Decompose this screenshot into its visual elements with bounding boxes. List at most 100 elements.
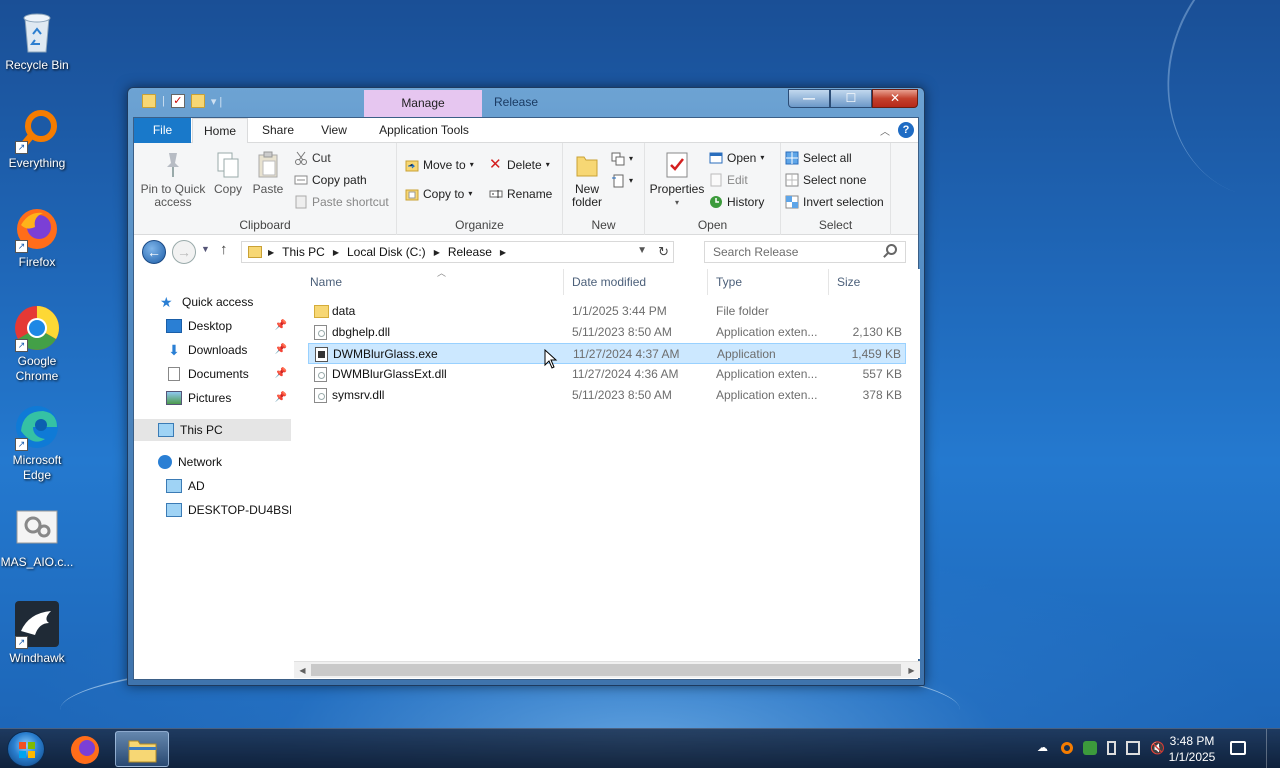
system-tray: ☁ 🔇 xyxy=(1037,741,1165,755)
nav-quick-access[interactable]: ★ Quick access xyxy=(134,291,291,313)
chevron-right-icon[interactable]: ▶ xyxy=(434,248,440,257)
nav-network-ad[interactable]: AD xyxy=(134,475,291,497)
maximize-button[interactable]: ☐ xyxy=(830,89,872,108)
select-all-button[interactable]: Select all xyxy=(785,148,852,168)
copy-path-button[interactable]: Copy path xyxy=(294,170,367,190)
chevron-right-icon[interactable]: ▶ xyxy=(333,248,339,257)
nav-documents[interactable]: Documents 📌 xyxy=(134,363,291,385)
invert-selection-button[interactable]: Invert selection xyxy=(785,192,884,212)
address-history-dropdown-icon[interactable]: ▼ xyxy=(637,245,647,256)
desktop-icon-firefox[interactable]: ↗ Firefox xyxy=(0,205,74,270)
file-row[interactable]: dbghelp.dll 5/11/2023 8:50 AM Applicatio… xyxy=(308,322,906,343)
nav-network[interactable]: Network xyxy=(134,451,291,473)
select-none-button[interactable]: Select none xyxy=(785,170,866,190)
desktop-icon-google-chrome[interactable]: ↗ Google Chrome xyxy=(0,304,74,384)
properties-check-icon[interactable]: ✓ xyxy=(170,94,185,108)
minimize-button[interactable]: — xyxy=(788,89,830,108)
edit-icon xyxy=(709,173,723,187)
nav-this-pc[interactable]: This PC xyxy=(134,419,291,441)
history-button[interactable]: History xyxy=(709,192,764,212)
taskbar-firefox[interactable] xyxy=(58,731,112,767)
cut-button[interactable]: Cut xyxy=(294,148,331,168)
copy-to-button[interactable]: Copy to ▾ xyxy=(405,184,472,204)
taskbar-file-explorer[interactable] xyxy=(115,731,169,767)
invert-selection-icon xyxy=(785,195,799,209)
taskbar: ☁ 🔇 3:48 PM 1/1/2025 xyxy=(0,728,1280,768)
file-row-selected[interactable]: DWMBlurGlass.exe 11/27/2024 4:37 AM Appl… xyxy=(308,343,906,364)
new-folder-button[interactable]: New folder xyxy=(567,151,607,209)
start-button[interactable] xyxy=(7,731,45,767)
file-row[interactable]: data 1/1/2025 3:44 PM File folder xyxy=(308,301,906,322)
network-status-icon[interactable] xyxy=(1126,741,1140,755)
properties-button[interactable]: Properties ▾ xyxy=(649,151,705,209)
chevron-right-icon[interactable]: ▶ xyxy=(268,248,274,257)
paste-button[interactable]: Paste xyxy=(250,151,286,196)
paste-shortcut-button[interactable]: Paste shortcut xyxy=(294,192,389,212)
breadcrumb-local-disk[interactable]: Local Disk (C:) xyxy=(347,245,426,259)
contextual-tab-manage[interactable]: Manage xyxy=(364,90,482,117)
dropdown-arrow-icon: ▾ xyxy=(760,153,765,162)
everything-tray-icon[interactable] xyxy=(1061,742,1073,754)
copy-button[interactable]: Copy xyxy=(210,151,246,196)
nav-desktop[interactable]: Desktop 📌 xyxy=(134,315,291,337)
qat-dropdown-icon[interactable]: ▾ | xyxy=(211,95,222,108)
move-to-button[interactable]: Move to ▾ xyxy=(405,155,474,175)
tray-overflow-icon[interactable]: ☁ xyxy=(1037,741,1051,755)
system-clock[interactable]: 3:48 PM 1/1/2025 xyxy=(1162,733,1222,765)
pin-icon: 📌 xyxy=(274,392,287,403)
pin-to-quick-access-button[interactable]: Pin to Quick access xyxy=(140,151,206,209)
scroll-right-arrow-icon[interactable]: ▶ xyxy=(903,662,920,679)
file-explorer-window[interactable]: | ✓ ▾ | Manage Release — ☐ ✕ File Home S… xyxy=(127,87,925,686)
nav-network-desktop[interactable]: DESKTOP-DU4BSPG xyxy=(134,499,291,521)
desktop-icon-mas-aio[interactable]: MAS_AIO.c... xyxy=(0,505,74,570)
usb-device-icon[interactable] xyxy=(1107,741,1116,755)
file-row[interactable]: DWMBlurGlassExt.dll 11/27/2024 4:36 AM A… xyxy=(308,364,906,385)
new-item-button[interactable]: ▾ xyxy=(611,149,633,169)
address-bar[interactable]: ▶ This PC ▶ Local Disk (C:) ▶ Release ▶ … xyxy=(241,241,674,263)
close-button[interactable]: ✕ xyxy=(872,89,918,108)
tab-view[interactable]: View xyxy=(307,118,361,143)
nav-pictures[interactable]: Pictures 📌 xyxy=(134,387,291,409)
edit-button[interactable]: Edit xyxy=(709,170,748,190)
scrollbar-thumb[interactable] xyxy=(311,664,901,676)
breadcrumb-release[interactable]: Release xyxy=(448,245,492,259)
help-icon[interactable]: ? xyxy=(898,122,914,138)
show-desktop-button[interactable] xyxy=(1266,729,1280,768)
column-header-size[interactable]: Size xyxy=(829,269,909,295)
delete-button[interactable]: ✕ Delete ▾ xyxy=(489,155,550,175)
new-folder-icon[interactable] xyxy=(190,94,205,108)
chevron-right-icon[interactable]: ▶ xyxy=(500,248,506,257)
open-button[interactable]: Open ▾ xyxy=(709,148,764,168)
forward-button[interactable]: → xyxy=(172,240,196,264)
action-center-icon[interactable] xyxy=(1230,741,1246,755)
shortcut-arrow-icon: ↗ xyxy=(15,339,28,352)
column-header-name[interactable]: ︿ Name xyxy=(302,268,564,295)
minimize-ribbon-icon[interactable]: ︿ xyxy=(880,123,890,138)
desktop-icon-microsoft-edge[interactable]: ↗ Microsoft Edge xyxy=(0,403,74,483)
desktop-icon-everything[interactable]: ↗ Everything xyxy=(0,106,74,171)
search-input[interactable]: Search Release xyxy=(704,241,906,263)
clock-date: 1/1/2025 xyxy=(1168,750,1216,764)
recent-locations-dropdown-icon[interactable]: ▼ xyxy=(201,244,210,254)
tab-file[interactable]: File xyxy=(134,118,191,143)
back-button[interactable]: ← xyxy=(142,240,166,264)
file-row[interactable]: symsrv.dll 5/11/2023 8:50 AM Application… xyxy=(308,385,906,406)
tab-share[interactable]: Share xyxy=(251,118,305,143)
nav-downloads[interactable]: ⬇ Downloads 📌 xyxy=(134,339,291,361)
refresh-icon[interactable]: ↻ xyxy=(658,244,669,260)
horizontal-scrollbar[interactable]: ◀ ▶ xyxy=(294,661,920,678)
title-bar[interactable]: | ✓ ▾ | Manage Release — ☐ ✕ xyxy=(128,88,924,117)
group-open: Properties ▾ Open ▾ Edit History Open xyxy=(645,143,781,235)
security-shield-icon[interactable] xyxy=(1083,741,1097,755)
tab-application-tools[interactable]: Application Tools xyxy=(365,118,483,143)
desktop-icon-recycle-bin[interactable]: Recycle Bin xyxy=(0,8,74,73)
breadcrumb-this-pc[interactable]: This PC xyxy=(282,245,325,259)
tab-home[interactable]: Home xyxy=(192,118,248,144)
desktop-icon-windhawk[interactable]: ↗ Windhawk xyxy=(0,601,74,666)
scroll-left-arrow-icon[interactable]: ◀ xyxy=(294,662,311,679)
column-header-type[interactable]: Type xyxy=(708,269,829,295)
up-arrow-icon[interactable]: ↑ xyxy=(220,241,228,258)
column-header-date-modified[interactable]: Date modified xyxy=(564,269,708,295)
rename-button[interactable]: Rename xyxy=(489,184,552,204)
easy-access-button[interactable]: ▾ xyxy=(611,171,633,191)
